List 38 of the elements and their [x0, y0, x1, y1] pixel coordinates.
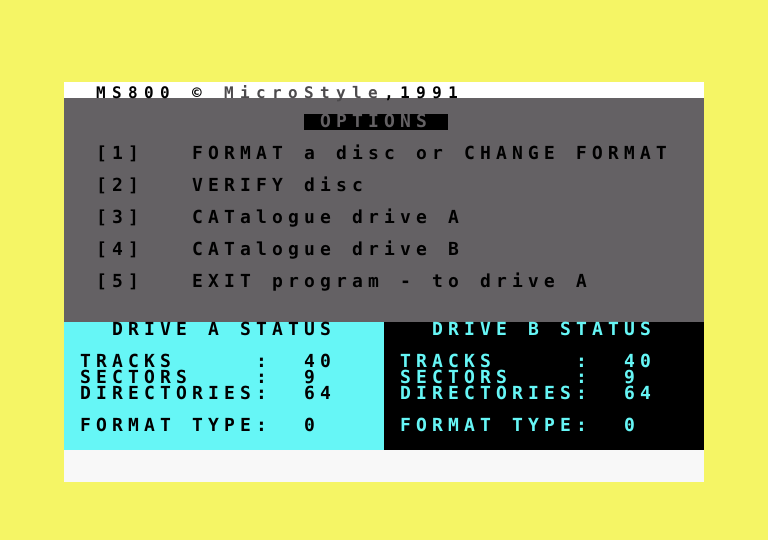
stat-separator: : — [576, 370, 593, 386]
format-type-value: 0 — [624, 418, 640, 434]
option-label: EXIT program - to drive A — [192, 274, 592, 290]
stat-value: 40 — [624, 354, 656, 370]
format-type-label: FORMAT TYPE — [400, 418, 576, 434]
stat-separator: : — [256, 386, 273, 402]
option-key: [2] — [96, 178, 192, 194]
option-key: [1] — [96, 146, 192, 162]
stat-label: TRACKS — [400, 354, 496, 370]
drive-status-title: DRIVE B STATUS — [432, 322, 656, 338]
options-title: OPTIONS — [304, 114, 448, 130]
stat-label: DIRECTORIES — [80, 386, 256, 402]
copyright-line: MS800 © MicroStyle,1991 — [96, 85, 464, 103]
stat-value: 9 — [304, 370, 320, 386]
format-type-value: 0 — [304, 418, 320, 434]
option-key: [3] — [96, 210, 192, 226]
stat-label: TRACKS — [80, 354, 176, 370]
option-label: VERIFY disc — [192, 178, 368, 194]
format-type-label: FORMAT TYPE — [80, 418, 256, 434]
stat-value: 40 — [304, 354, 336, 370]
stat-value: 64 — [304, 386, 336, 402]
option-label: CATalogue drive B — [192, 242, 464, 258]
stat-value: 9 — [624, 370, 640, 386]
stat-label: SECTORS — [80, 370, 192, 386]
option-key: [5] — [96, 274, 192, 290]
stat-label: SECTORS — [400, 370, 512, 386]
drive-status-title: DRIVE A STATUS — [112, 322, 336, 338]
option-key: [4] — [96, 242, 192, 258]
stat-separator: : — [256, 370, 273, 386]
stat-label: DIRECTORIES — [400, 386, 576, 402]
option-label: FORMAT a disc or CHANGE FORMAT — [192, 146, 672, 162]
stat-separator: : — [256, 418, 273, 434]
stat-value: 64 — [624, 386, 656, 402]
stat-separator: : — [256, 354, 273, 370]
stat-separator: : — [576, 354, 593, 370]
stat-separator: : — [576, 386, 593, 402]
option-label: CATalogue drive A — [192, 210, 464, 226]
stat-separator: : — [576, 418, 593, 434]
